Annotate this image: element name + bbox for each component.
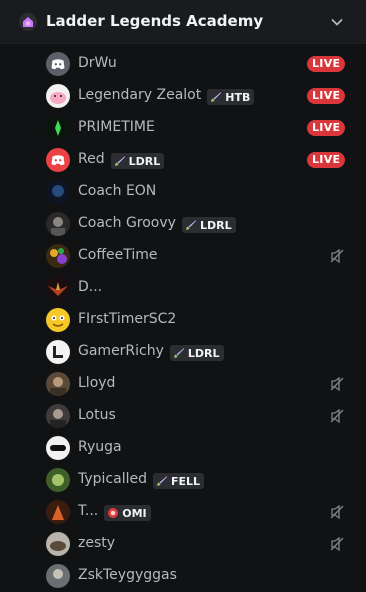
avatar (46, 436, 70, 460)
live-badge: LIVE (307, 56, 346, 72)
server-header[interactable]: Ladder Legends Academy (0, 0, 366, 44)
sword-icon (185, 219, 197, 231)
clan-tag[interactable]: HTB (207, 89, 255, 105)
clan-tag-label: LDRL (128, 154, 161, 168)
member-name: Lotus (78, 407, 116, 423)
mute-icon (329, 536, 345, 552)
server-name: Ladder Legends Academy (46, 12, 264, 30)
clan-tag-label: LDRL (199, 218, 232, 232)
avatar (46, 180, 70, 204)
clan-tag-label: OMI (122, 506, 147, 520)
member-row[interactable]: Red LDRL LIVE (36, 144, 354, 176)
live-badge: LIVE (307, 120, 346, 136)
clan-tag[interactable]: LDRL (169, 345, 224, 361)
member-row[interactable]: Coach EON (36, 176, 354, 208)
clan-tag[interactable]: OMI (104, 505, 151, 521)
member-name: zesty (78, 535, 116, 551)
member-row[interactable]: D... (36, 272, 354, 304)
member-name: T... (78, 503, 99, 519)
mute-icon (329, 408, 345, 424)
member-name: Lloyd (78, 375, 116, 391)
avatar (46, 340, 70, 364)
member-row[interactable]: PRIMETIME LIVE (36, 112, 354, 144)
member-row[interactable]: Ryuga (36, 432, 354, 464)
avatar (46, 308, 70, 332)
member-name: CoffeeTime (78, 247, 158, 263)
avatar (46, 116, 70, 140)
avatar (46, 372, 70, 396)
mute-icon (329, 504, 345, 520)
member-row[interactable]: T... OMI (36, 496, 354, 528)
mute-icon (329, 248, 345, 264)
member-list-panel: Ladder Legends Academy DrWu LIVE Legendary… (0, 0, 366, 590)
avatar (46, 276, 70, 300)
sword-icon (114, 155, 126, 167)
member-name: Red (78, 151, 105, 167)
member-row[interactable]: FIrstTimerSC2 (36, 304, 354, 336)
member-row[interactable]: GamerRichy LDRL (36, 336, 354, 368)
member-name: ZskTeygyggas (78, 567, 177, 583)
member-name: Coach Groovy (78, 215, 176, 231)
member-name: FIrstTimerSC2 (78, 311, 177, 327)
member-name: GamerRichy (78, 343, 164, 359)
member-name: Typicalled (78, 471, 147, 487)
avatar (46, 212, 70, 236)
avatar (46, 404, 70, 428)
member-row[interactable]: Lotus (36, 400, 354, 432)
member-row[interactable]: CoffeeTime (36, 240, 354, 272)
member-name: PRIMETIME (78, 119, 155, 135)
clan-tag-label: LDRL (187, 346, 220, 360)
member-row[interactable]: Lloyd (36, 368, 354, 400)
red-circle-icon (107, 507, 119, 519)
member-row[interactable]: Legendary Zealot HTB LIVE (36, 80, 354, 112)
avatar (46, 500, 70, 524)
sword-icon (210, 91, 222, 103)
live-badge: LIVE (307, 88, 346, 104)
member-name: Ryuga (78, 439, 122, 455)
member-row[interactable]: DrWu LIVE (36, 48, 354, 80)
clan-tag[interactable]: FELL (153, 473, 205, 489)
avatar (46, 148, 70, 172)
clan-tag-label: FELL (171, 474, 201, 488)
avatar (46, 564, 70, 588)
member-name: Legendary Zealot (78, 87, 202, 103)
chevron-down-icon[interactable] (330, 14, 344, 28)
avatar (46, 468, 70, 492)
mute-icon (329, 376, 345, 392)
sword-icon (156, 475, 168, 487)
member-row[interactable]: Typicalled FELL (36, 464, 354, 496)
member-name: DrWu (78, 55, 117, 71)
clan-tag-label: HTB (225, 90, 251, 104)
member-row[interactable]: ZskTeygyggas (36, 560, 354, 592)
sword-icon (173, 347, 185, 359)
avatar (46, 532, 70, 556)
avatar (46, 244, 70, 268)
avatar (46, 52, 70, 76)
home-flower-icon (19, 13, 37, 31)
member-name: Coach EON (78, 183, 157, 199)
avatar (46, 84, 70, 108)
member-row[interactable]: Coach Groovy LDRL (36, 208, 354, 240)
clan-tag[interactable]: LDRL (181, 217, 236, 233)
clan-tag[interactable]: LDRL (110, 153, 165, 169)
member-row[interactable]: zesty (36, 528, 354, 560)
live-badge: LIVE (307, 152, 346, 168)
member-name: D... (78, 279, 103, 295)
